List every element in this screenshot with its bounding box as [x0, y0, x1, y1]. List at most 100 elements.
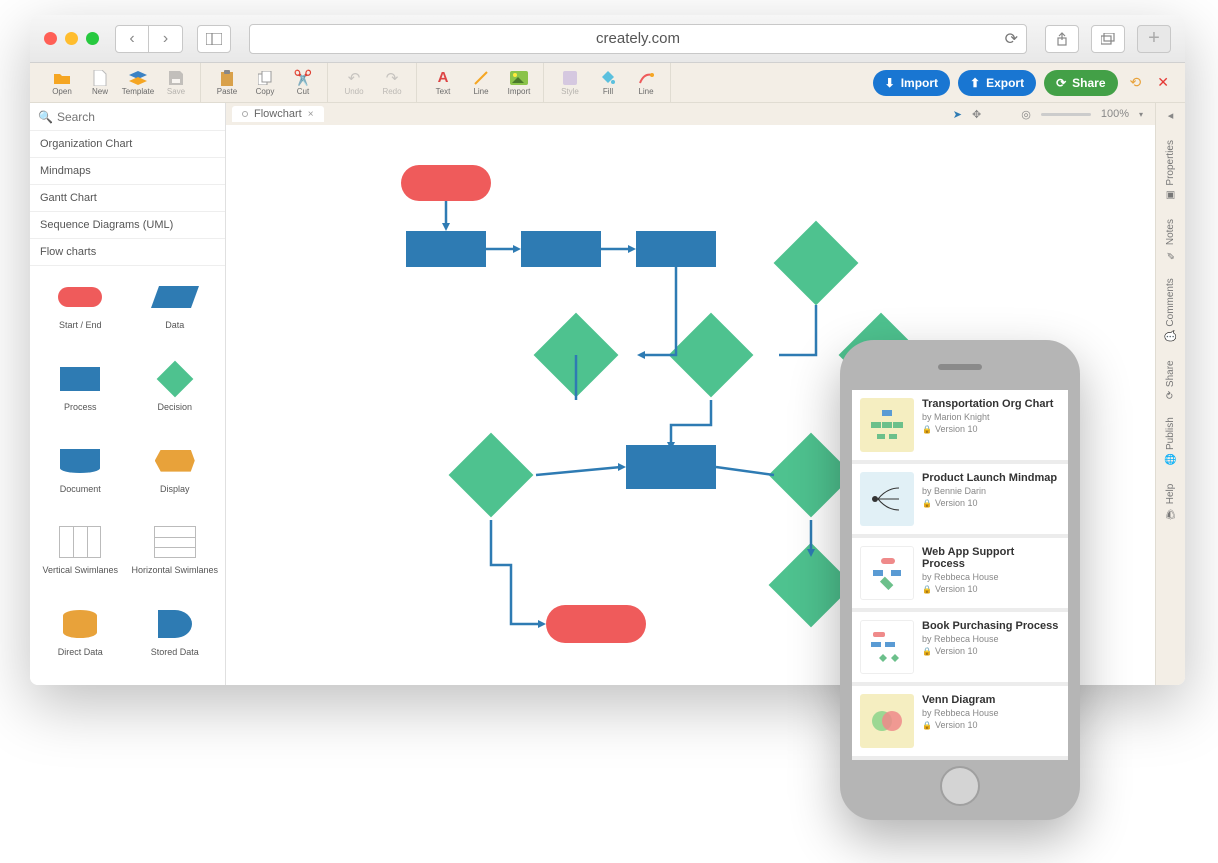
shape-decision[interactable]: Decision	[129, 354, 222, 434]
doc-author: by Bennie Darin	[922, 486, 1060, 496]
zoom-slider[interactable]	[1041, 113, 1091, 116]
shape-display[interactable]: Display	[129, 436, 222, 516]
doc-author: by Rebbeca House	[922, 708, 1060, 718]
category-gantt-chart[interactable]: Gantt Chart	[30, 185, 225, 212]
doc-title: Venn Diagram	[922, 694, 1060, 706]
shape-direct-data[interactable]: Direct Data	[34, 599, 127, 679]
help-icon: 🛡	[1165, 509, 1176, 522]
shape-vertical-swimlanes[interactable]: Vertical Swimlanes	[34, 517, 127, 597]
app-toolbar: Open New Template Save Paste Copy ✂️Cut …	[30, 63, 1185, 103]
category-sequence-diagrams[interactable]: Sequence Diagrams (UML)	[30, 212, 225, 239]
tabs-browser-button[interactable]	[1091, 25, 1125, 53]
rail-share[interactable]: ⟳Share	[1165, 360, 1176, 399]
minimize-window-button[interactable]	[65, 32, 78, 45]
phone-screen: Transportation Org Chart by Marion Knigh…	[852, 390, 1068, 760]
shape-palette: Start / End Data Process Decision Docume…	[30, 266, 225, 685]
phone-speaker	[938, 364, 982, 370]
doc-author: by Rebbeca House	[922, 572, 1060, 582]
template-button[interactable]: Template	[120, 65, 156, 101]
share-browser-button[interactable]	[1045, 25, 1079, 53]
reload-icon[interactable]: ⟳	[1005, 29, 1018, 49]
maximize-window-button[interactable]	[86, 32, 99, 45]
shape-data[interactable]: Data	[129, 272, 222, 352]
refresh-icon: ⟳	[1056, 76, 1066, 90]
tab-flowchart[interactable]: Flowchart ×	[232, 106, 324, 122]
shape-document[interactable]: Document	[34, 436, 127, 516]
close-panel-icon[interactable]: ✕	[1157, 74, 1169, 91]
sidebar-toggle-button[interactable]	[197, 25, 231, 53]
doc-title: Web App Support Process	[922, 546, 1060, 570]
rail-notes[interactable]: ✎Notes	[1165, 219, 1176, 260]
category-mindmaps[interactable]: Mindmaps	[30, 158, 225, 185]
import-image-button[interactable]: Import	[501, 65, 537, 101]
forward-button[interactable]: ›	[149, 25, 183, 53]
doc-meta: Transportation Org Chart by Marion Knigh…	[922, 398, 1060, 452]
browser-chrome: ‹ › creately.com ⟳ +	[30, 15, 1185, 63]
lock-icon: 🔒	[922, 647, 932, 656]
category-flow-charts[interactable]: Flow charts	[30, 239, 225, 266]
comments-icon: 💬	[1165, 330, 1176, 342]
phone-mockup: Transportation Org Chart by Marion Knigh…	[840, 340, 1080, 820]
rail-properties[interactable]: ▣Properties	[1165, 140, 1176, 201]
export-button[interactable]: ⬆Export	[958, 70, 1036, 96]
zoom-dropdown-icon[interactable]: ▾	[1139, 110, 1143, 119]
pan-tool-icon[interactable]: ✥	[972, 108, 981, 121]
doc-item[interactable]: Web App Support Process by Rebbeca House…	[852, 538, 1068, 608]
new-button[interactable]: New	[82, 65, 118, 101]
search-icon: 🔍	[38, 110, 53, 124]
sync-icon[interactable]: ⟲	[1130, 74, 1142, 91]
url-bar[interactable]: creately.com ⟳	[249, 24, 1027, 54]
new-tab-button[interactable]: +	[1137, 25, 1171, 53]
nav-back-forward: ‹ ›	[115, 25, 183, 53]
shape-horizontal-swimlanes[interactable]: Horizontal Swimlanes	[129, 517, 222, 597]
save-button[interactable]: Save	[158, 65, 194, 101]
doc-thumb	[860, 620, 914, 674]
zoom-controls: ➤ ✥ ◎ 100% ▾	[953, 108, 1155, 121]
doc-title: Book Purchasing Process	[922, 620, 1060, 632]
redo-button[interactable]: ↷Redo	[374, 65, 410, 101]
style-button[interactable]: Style	[552, 65, 588, 101]
line-style-button[interactable]: Line	[628, 65, 664, 101]
open-button[interactable]: Open	[44, 65, 80, 101]
doc-version: 🔒Version 10	[922, 584, 1060, 594]
tab-close-icon[interactable]: ×	[308, 109, 314, 120]
shape-process[interactable]: Process	[34, 354, 127, 434]
rail-help[interactable]: 🛡Help	[1165, 484, 1176, 521]
rail-comments[interactable]: 💬Comments	[1165, 278, 1176, 343]
search-input[interactable]	[57, 110, 217, 124]
copy-button[interactable]: Copy	[247, 65, 283, 101]
undo-button[interactable]: ↶Undo	[336, 65, 372, 101]
doc-item[interactable]: Venn Diagram by Rebbeca House 🔒Version 1…	[852, 686, 1068, 756]
close-window-button[interactable]	[44, 32, 57, 45]
doc-meta: Venn Diagram by Rebbeca House 🔒Version 1…	[922, 694, 1060, 748]
zoom-target-icon[interactable]: ◎	[1021, 108, 1031, 121]
doc-version: 🔒Version 10	[922, 498, 1060, 508]
fill-button[interactable]: Fill	[590, 65, 626, 101]
shape-stored-data[interactable]: Stored Data	[129, 599, 222, 679]
phone-home-button[interactable]	[940, 766, 980, 806]
right-rail: ◂ ▣Properties ✎Notes 💬Comments ⟳Share 🌐P…	[1155, 103, 1185, 685]
back-button[interactable]: ‹	[115, 25, 149, 53]
doc-author: by Marion Knight	[922, 412, 1060, 422]
rail-collapse-icon[interactable]: ◂	[1168, 109, 1174, 122]
zoom-value: 100%	[1101, 108, 1129, 120]
shape-start-end[interactable]: Start / End	[34, 272, 127, 352]
share-button[interactable]: ⟳Share	[1044, 70, 1117, 96]
doc-meta: Product Launch Mindmap by Bennie Darin 🔒…	[922, 472, 1060, 526]
cut-button[interactable]: ✂️Cut	[285, 65, 321, 101]
doc-item[interactable]: Product Launch Mindmap by Bennie Darin 🔒…	[852, 464, 1068, 534]
doc-item[interactable]: Transportation Org Chart by Marion Knigh…	[852, 390, 1068, 460]
lock-icon: 🔒	[922, 721, 932, 730]
paste-button[interactable]: Paste	[209, 65, 245, 101]
doc-version: 🔒Version 10	[922, 424, 1060, 434]
tab-bar: Flowchart × ➤ ✥ ◎ 100% ▾	[226, 103, 1155, 125]
text-tool-button[interactable]: AText	[425, 65, 461, 101]
line-tool-button[interactable]: Line	[463, 65, 499, 101]
doc-title: Product Launch Mindmap	[922, 472, 1060, 484]
pointer-tool-icon[interactable]: ➤	[953, 108, 962, 121]
doc-item[interactable]: Book Purchasing Process by Rebbeca House…	[852, 612, 1068, 682]
notes-icon: ✎	[1165, 249, 1176, 260]
category-organization-chart[interactable]: Organization Chart	[30, 131, 225, 158]
import-button[interactable]: ⬇Import	[873, 70, 950, 96]
rail-publish[interactable]: 🌐Publish	[1165, 417, 1176, 466]
